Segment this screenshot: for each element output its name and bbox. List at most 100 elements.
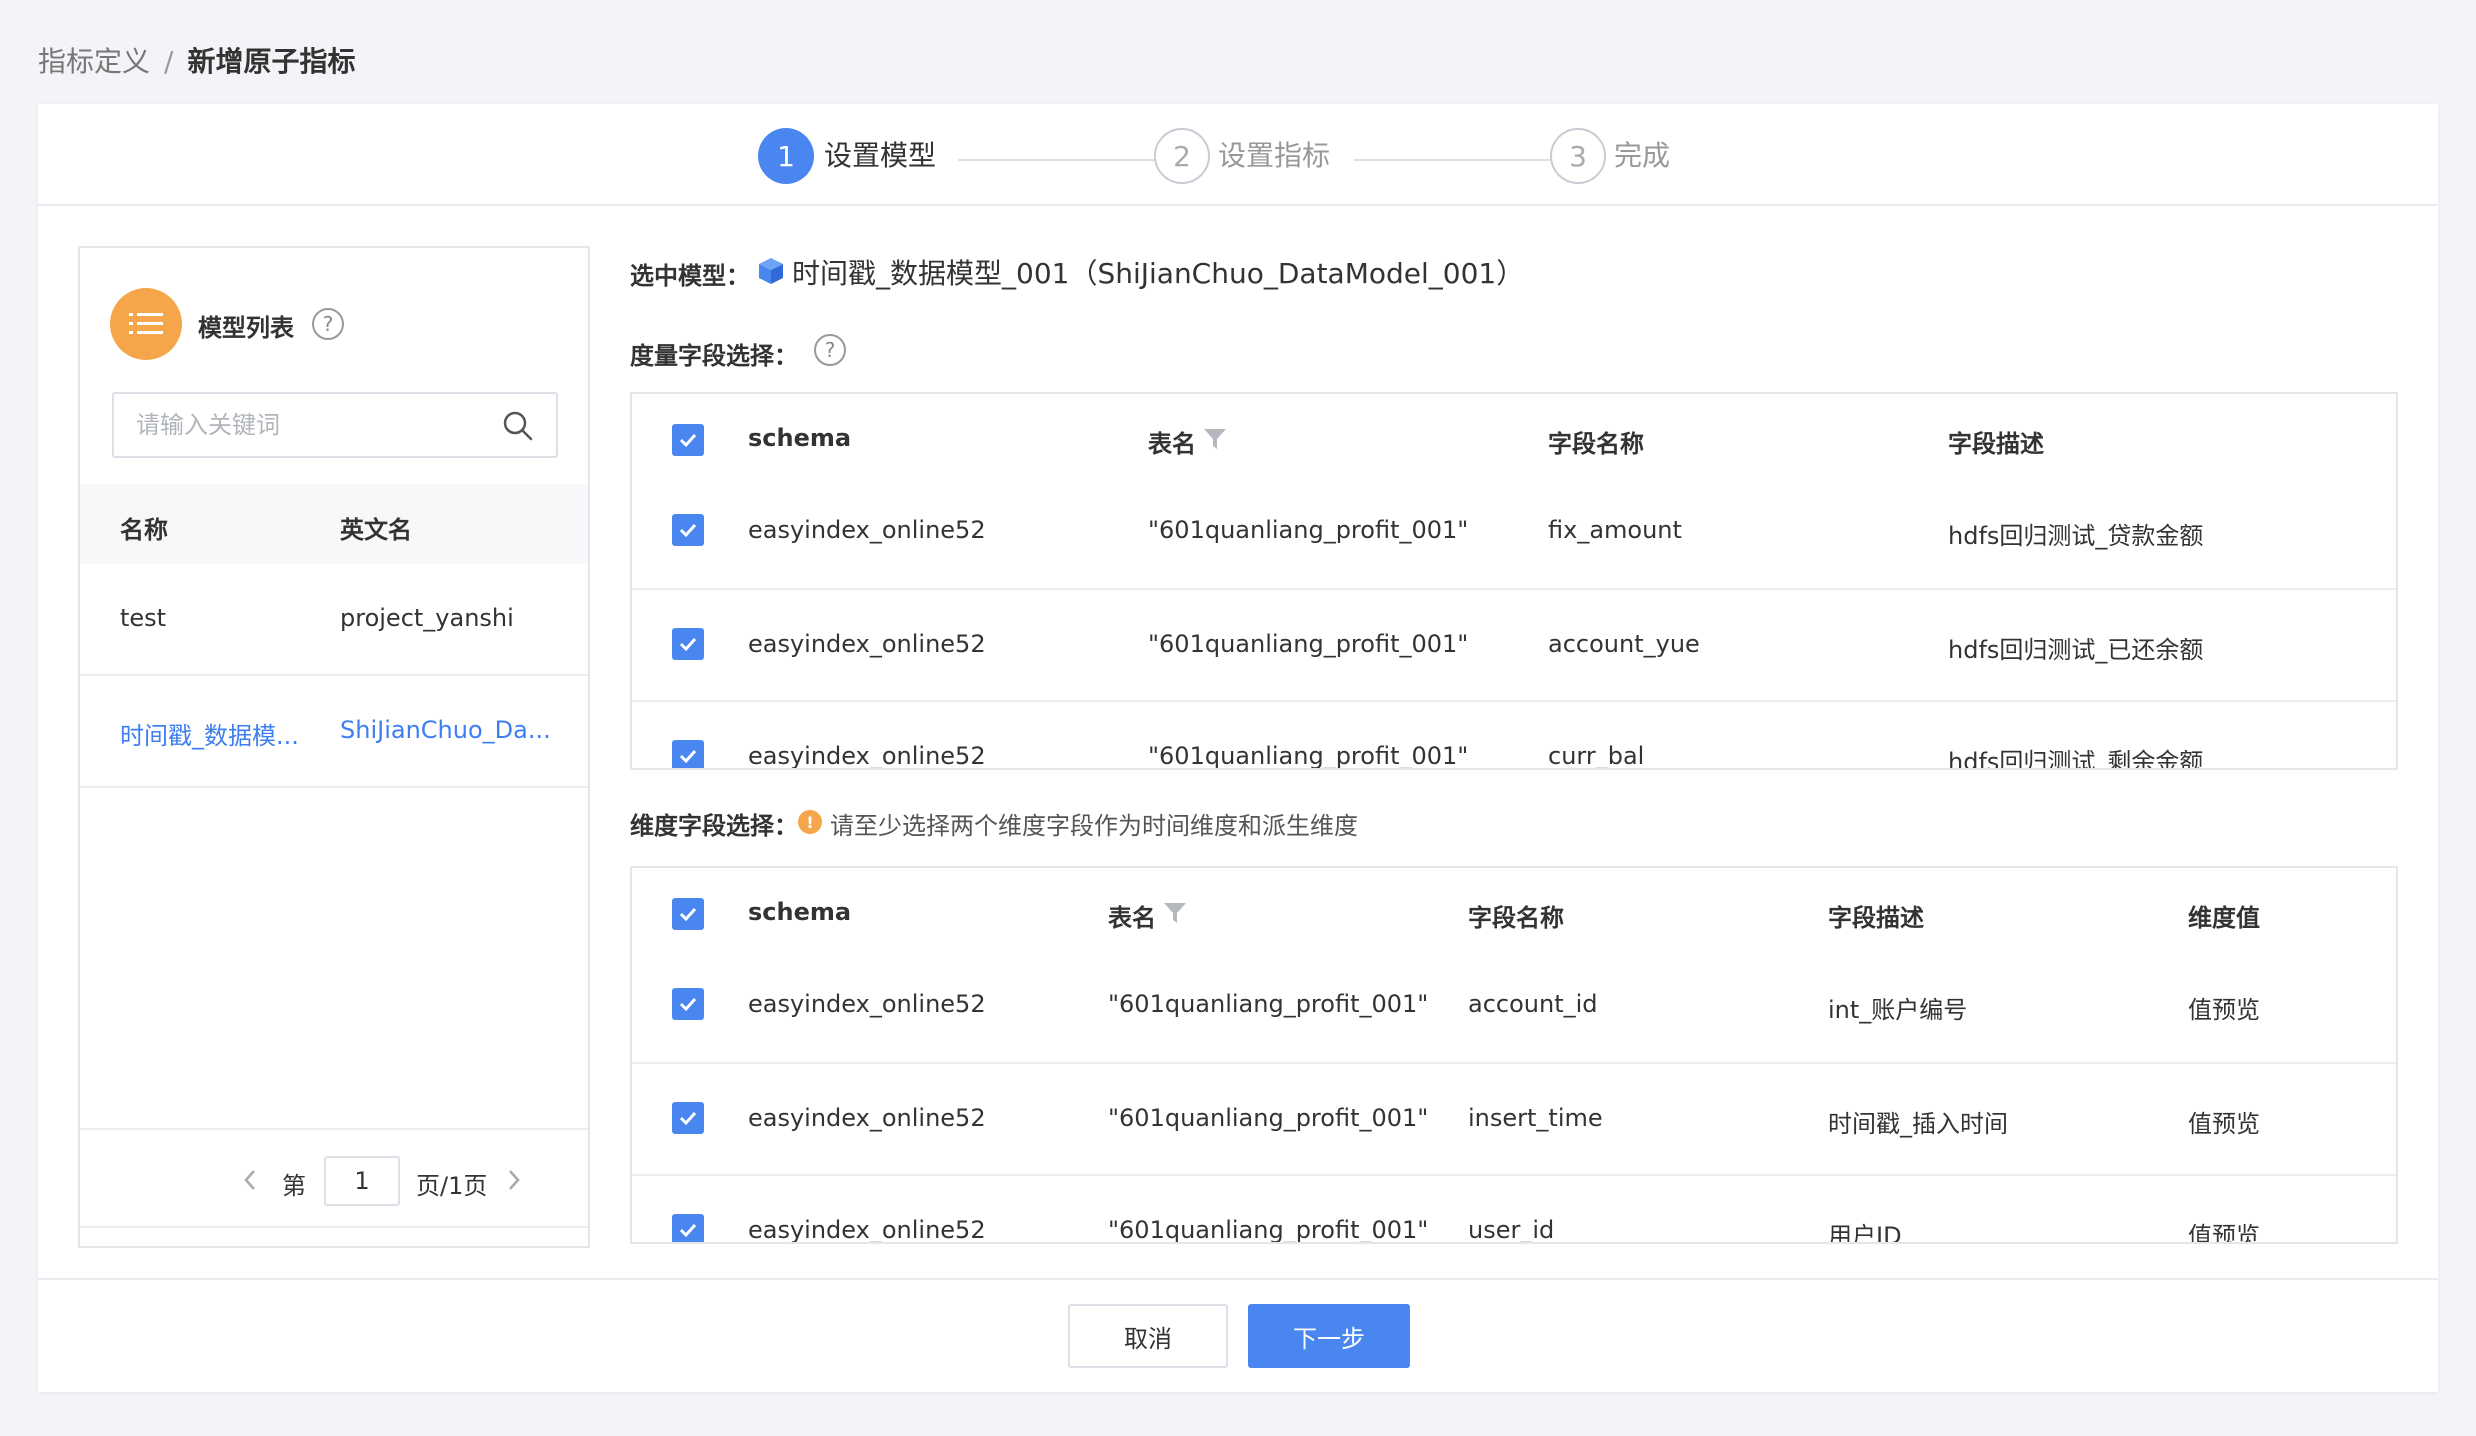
value-preview-link[interactable]: 值预览 bbox=[2188, 1104, 2260, 1139]
column-header-en-name: 英文名 bbox=[340, 516, 412, 544]
list-icon bbox=[110, 288, 182, 360]
cell-field-desc: 时间戳_插入时间 bbox=[1828, 1110, 2008, 1138]
row-checkbox[interactable] bbox=[672, 628, 704, 660]
column-header-schema: schema bbox=[748, 424, 852, 452]
cell-schema: easyindex_online52 bbox=[748, 516, 986, 544]
main-card: 1 设置模型 2 设置指标 3 完成 模型列表 ? 请输入关键词 名称 英文名 … bbox=[38, 104, 2438, 1392]
table-row[interactable]: easyindex_online52 "601quanliang_profit_… bbox=[632, 966, 2396, 1076]
selected-model-label: 选中模型： bbox=[630, 262, 750, 290]
table-row[interactable]: easyindex_online52 "601quanliang_profit_… bbox=[632, 590, 2396, 702]
cell-schema: easyindex_online52 bbox=[748, 630, 986, 658]
next-step-button[interactable]: 下一步 bbox=[1248, 1304, 1410, 1368]
table-row[interactable]: easyindex_online52 "601quanliang_profit_… bbox=[632, 1176, 2396, 1244]
model-search-box bbox=[112, 392, 558, 458]
column-header-field-name: 字段名称 bbox=[1548, 430, 1644, 458]
breadcrumb: 指标定义 / 新增原子指标 bbox=[38, 40, 355, 84]
cell-field-name: account_yue bbox=[1548, 630, 1700, 658]
model-row[interactable]: test project_yanshi bbox=[80, 564, 588, 676]
cell-field-desc: hdfs回归测试_贷款金额 bbox=[1948, 522, 2204, 550]
dimension-section-label: 维度字段选择： bbox=[630, 812, 798, 840]
divider bbox=[80, 1226, 588, 1228]
cell-table: "601quanliang_profit_001" bbox=[1148, 630, 1469, 658]
column-header-table: 表名 bbox=[1148, 430, 1196, 458]
table-row[interactable]: easyindex_online52 "601quanliang_profit_… bbox=[632, 702, 2396, 770]
row-checkbox[interactable] bbox=[672, 1214, 704, 1242]
value-preview-link[interactable]: 值预览 bbox=[2188, 1216, 2260, 1242]
row-checkbox[interactable] bbox=[672, 514, 704, 546]
cell-table: "601quanliang_profit_001" bbox=[1148, 516, 1469, 544]
row-checkbox[interactable] bbox=[672, 1102, 704, 1134]
filter-icon[interactable] bbox=[1202, 426, 1228, 452]
model-row-selected[interactable]: 时间戳_数据模... ShiJianChuo_Da... bbox=[80, 676, 588, 788]
cell-schema: easyindex_online52 bbox=[748, 742, 986, 770]
footer-bar: 取消 下一步 bbox=[38, 1278, 2438, 1392]
cell-schema: easyindex_online52 bbox=[748, 1216, 986, 1244]
step-3-label: 完成 bbox=[1614, 139, 1671, 172]
dimension-field-table: schema 表名 字段名称 字段描述 维度值 easyindex_online… bbox=[630, 866, 2398, 1244]
chevron-left-icon[interactable] bbox=[240, 1166, 260, 1194]
cell-schema: easyindex_online52 bbox=[748, 990, 986, 1018]
model-list-title: 模型列表 bbox=[198, 314, 294, 342]
model-list-panel: 模型列表 ? 名称 英文名 test project_yanshi 时间戳_数据… bbox=[78, 246, 590, 1248]
selected-model-value: 时间戳_数据模型_001（ShiJianChuo_DataModel_001） bbox=[792, 257, 1525, 290]
model-en-name: project_yanshi bbox=[340, 604, 514, 632]
value-preview-link[interactable]: 值预览 bbox=[2188, 990, 2260, 1025]
search-icon[interactable] bbox=[502, 410, 534, 442]
column-header-field-desc: 字段描述 bbox=[1948, 430, 2044, 458]
pager-suffix: 页/1页 bbox=[416, 1172, 488, 1200]
column-header-field-name: 字段名称 bbox=[1468, 904, 1564, 932]
model-table-header: 名称 英文名 bbox=[80, 484, 588, 564]
pager-prefix: 第 bbox=[282, 1172, 306, 1200]
cell-field-desc: hdfs回归测试_剩余金额 bbox=[1948, 748, 2204, 770]
step-connector bbox=[1354, 159, 1564, 161]
step-3-circle: 3 bbox=[1550, 128, 1606, 184]
model-name: test bbox=[120, 604, 167, 632]
select-all-checkbox[interactable] bbox=[672, 424, 704, 456]
measure-field-table: schema 表名 字段名称 字段描述 easyindex_online52 "… bbox=[630, 392, 2398, 770]
cell-schema: easyindex_online52 bbox=[748, 1104, 986, 1132]
table-row[interactable]: easyindex_online52 "601quanliang_profit_… bbox=[632, 492, 2396, 602]
breadcrumb-parent-link[interactable]: 指标定义 bbox=[38, 40, 150, 84]
page-number-input[interactable]: 1 bbox=[324, 1156, 400, 1206]
column-header-dimension-value: 维度值 bbox=[2188, 904, 2260, 932]
filter-icon[interactable] bbox=[1162, 900, 1188, 926]
breadcrumb-separator: / bbox=[164, 45, 174, 78]
model-search-input[interactable] bbox=[114, 394, 556, 456]
model-name: 时间戳_数据模... bbox=[120, 722, 299, 750]
step-1-circle: 1 bbox=[758, 128, 814, 184]
cell-table: "601quanliang_profit_001" bbox=[1108, 1104, 1429, 1132]
divider bbox=[80, 1128, 588, 1130]
cell-field-desc: 用户ID bbox=[1828, 1222, 1902, 1244]
cell-field-desc: int_账户编号 bbox=[1828, 996, 1968, 1024]
model-en-name: ShiJianChuo_Da... bbox=[340, 716, 551, 744]
step-connector bbox=[958, 159, 1170, 161]
cell-table: "601quanliang_profit_001" bbox=[1108, 1216, 1429, 1244]
step-2-circle: 2 bbox=[1154, 128, 1210, 184]
column-header-schema: schema bbox=[748, 898, 852, 926]
select-all-checkbox[interactable] bbox=[672, 898, 704, 930]
cell-field-name: fix_amount bbox=[1548, 516, 1682, 544]
column-header-table: 表名 bbox=[1108, 904, 1156, 932]
cell-field-name: insert_time bbox=[1468, 1104, 1603, 1132]
cell-field-name: user_id bbox=[1468, 1216, 1555, 1244]
row-checkbox[interactable] bbox=[672, 740, 704, 768]
cell-field-desc: hdfs回归测试_已还余额 bbox=[1948, 636, 2204, 664]
cell-table: "601quanliang_profit_001" bbox=[1108, 990, 1429, 1018]
breadcrumb-current: 新增原子指标 bbox=[187, 45, 356, 78]
cell-field-name: curr_bal bbox=[1548, 742, 1645, 770]
column-header-field-desc: 字段描述 bbox=[1828, 904, 1924, 932]
cancel-button[interactable]: 取消 bbox=[1068, 1304, 1228, 1368]
cell-table: "601quanliang_profit_001" bbox=[1148, 742, 1469, 770]
measure-section-label: 度量字段选择： bbox=[630, 342, 798, 370]
cell-field-name: account_id bbox=[1468, 990, 1598, 1018]
table-row[interactable]: easyindex_online52 "601quanliang_profit_… bbox=[632, 1064, 2396, 1176]
warning-icon: ! bbox=[798, 810, 822, 834]
chevron-right-icon[interactable] bbox=[504, 1166, 524, 1194]
help-icon[interactable]: ? bbox=[814, 334, 846, 366]
step-1-label: 设置模型 bbox=[824, 139, 937, 172]
column-header-name: 名称 bbox=[120, 516, 168, 544]
step-2-label: 设置指标 bbox=[1218, 139, 1331, 172]
help-icon[interactable]: ? bbox=[312, 308, 344, 340]
cube-icon bbox=[759, 258, 783, 284]
row-checkbox[interactable] bbox=[672, 988, 704, 1020]
